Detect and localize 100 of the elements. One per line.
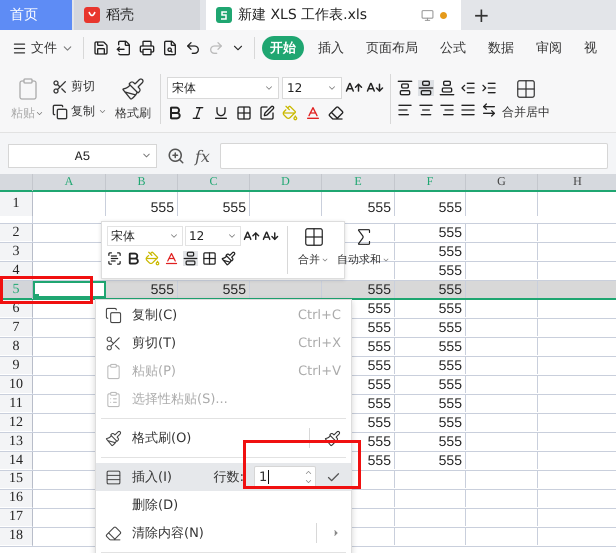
row-header[interactable]: 12 [0, 414, 33, 431]
paintbrush-icon [104, 430, 122, 446]
export-icon[interactable] [116, 40, 132, 56]
column-header[interactable]: H [538, 174, 616, 190]
scissors-icon [104, 334, 122, 352]
underline-icon[interactable] [213, 105, 229, 121]
row-header[interactable]: 8 [0, 338, 33, 355]
font-size-select[interactable]: 12 [185, 226, 241, 246]
indent-increase-icon[interactable] [481, 80, 497, 96]
bold-icon[interactable] [167, 105, 183, 121]
align-middle-icon[interactable] [183, 251, 198, 266]
undo-icon[interactable] [185, 40, 201, 56]
window-tab[interactable]: 稻壳 [74, 0, 200, 30]
menu-item[interactable]: 格式刷(O) [96, 424, 351, 452]
row-header[interactable]: 16 [0, 490, 33, 506]
row-header[interactable]: 15 [0, 471, 33, 488]
name-box[interactable]: A5 [8, 144, 157, 168]
align-middle-icon[interactable] [418, 80, 434, 96]
ribbon-tab[interactable]: 审阅 [528, 36, 570, 60]
align-center-icon[interactable] [418, 102, 434, 118]
italic-icon[interactable] [190, 105, 206, 121]
row-header[interactable]: 18 [0, 528, 33, 544]
cut-button[interactable]: 剪切 [49, 77, 110, 96]
ribbon-tab[interactable]: 插入 [310, 36, 352, 60]
ribbon-tab[interactable]: 公式 [432, 36, 474, 60]
zoom-icon[interactable] [167, 147, 185, 165]
active-cell[interactable] [33, 281, 106, 298]
menu-item[interactable]: 插入(I) 行数: 1 [96, 463, 351, 491]
monitor-icon[interactable] [421, 8, 434, 22]
cell-style-icon[interactable] [259, 105, 275, 121]
table-cell: 555 [395, 281, 466, 298]
row-count-field[interactable]: 1 [254, 466, 316, 488]
menu-item[interactable]: 复制(C) Ctrl+C [96, 301, 351, 329]
copy-button[interactable]: 复制 [49, 102, 110, 121]
caret-icon[interactable] [98, 107, 107, 116]
merge-icon[interactable] [302, 226, 324, 248]
clipboard-icon [104, 390, 122, 408]
window-tab[interactable]: 新建 XLS 工作表.xls [206, 0, 461, 30]
table-cell: 555 [395, 452, 466, 469]
function-label: fx [195, 146, 210, 166]
borders-icon[interactable] [236, 105, 252, 121]
scan-icon[interactable] [107, 251, 122, 266]
print-icon[interactable] [139, 40, 155, 56]
align-top-icon[interactable] [397, 80, 413, 96]
justify-icon[interactable] [460, 102, 476, 118]
table-cell: 555 [395, 262, 466, 279]
spin-down-icon[interactable] [304, 477, 313, 486]
paintbrush-icon[interactable] [221, 251, 236, 266]
spin-up-icon[interactable] [304, 468, 313, 477]
paintbrush-icon[interactable] [324, 430, 341, 446]
font-size-select[interactable]: 12 [282, 77, 342, 99]
table-cell: 555 [395, 376, 466, 393]
clipboard-icon [104, 362, 122, 380]
font-color-icon[interactable] [164, 251, 179, 266]
borders-icon[interactable] [202, 251, 217, 266]
row-header[interactable]: 11 [0, 395, 33, 412]
rows-icon [104, 468, 122, 486]
fill-color-icon[interactable] [145, 251, 160, 266]
font-select[interactable]: 宋体 [167, 77, 279, 99]
file-menu[interactable]: 文件 [10, 39, 76, 57]
bold-icon[interactable] [126, 251, 141, 266]
fill-color-icon[interactable] [282, 105, 298, 121]
menu-item[interactable]: 删除(D) [96, 491, 351, 519]
row-header[interactable]: 7 [0, 319, 33, 336]
menu-item[interactable]: 清除内容(N) [96, 519, 351, 547]
row-header[interactable]: 2 [0, 224, 33, 241]
row-header[interactable]: 9 [0, 357, 33, 374]
font-color-icon[interactable] [305, 105, 321, 121]
ribbon-tab[interactable]: 页面布局 [358, 36, 426, 60]
merge-button[interactable]: 合并 [296, 251, 331, 268]
print-preview-icon[interactable] [162, 40, 178, 56]
format-painter-button[interactable]: 格式刷 [112, 74, 154, 124]
new-tab-button[interactable]: + [463, 0, 500, 30]
row-header[interactable]: 13 [0, 433, 33, 450]
table-cell: 555 [106, 281, 178, 298]
row-header[interactable]: 1 [0, 192, 33, 216]
column-header[interactable]: G [466, 174, 538, 190]
merge-center-button[interactable]: 合并居中 [499, 76, 553, 122]
indent-decrease-icon[interactable] [460, 80, 476, 96]
merge-icon [515, 78, 537, 100]
menu-icon[interactable] [12, 40, 27, 56]
font-select[interactable]: 宋体 [107, 226, 183, 246]
row-header[interactable]: 3 [0, 243, 33, 260]
eraser-icon[interactable] [328, 105, 344, 121]
formula-input[interactable] [220, 143, 608, 169]
align-left-icon[interactable] [397, 102, 413, 118]
rows-label: 行数: [214, 469, 244, 486]
table-cell: 555 [106, 192, 178, 216]
align-right-icon[interactable] [439, 102, 455, 118]
save-icon[interactable] [93, 40, 109, 56]
ribbon-tab[interactable]: 数据 [480, 36, 522, 60]
scissors-icon [52, 78, 68, 94]
row-header[interactable]: 17 [0, 509, 33, 526]
align-bottom-icon[interactable] [439, 80, 455, 96]
ribbon-tab[interactable]: 视 [576, 36, 605, 60]
menu-item[interactable]: 剪切(T) Ctrl+X [96, 329, 351, 357]
row-header[interactable]: 14 [0, 452, 33, 469]
row-header[interactable]: 10 [0, 376, 33, 393]
distribute-icon[interactable] [481, 102, 497, 118]
autosum-button[interactable]: 自动求和 [335, 251, 392, 268]
